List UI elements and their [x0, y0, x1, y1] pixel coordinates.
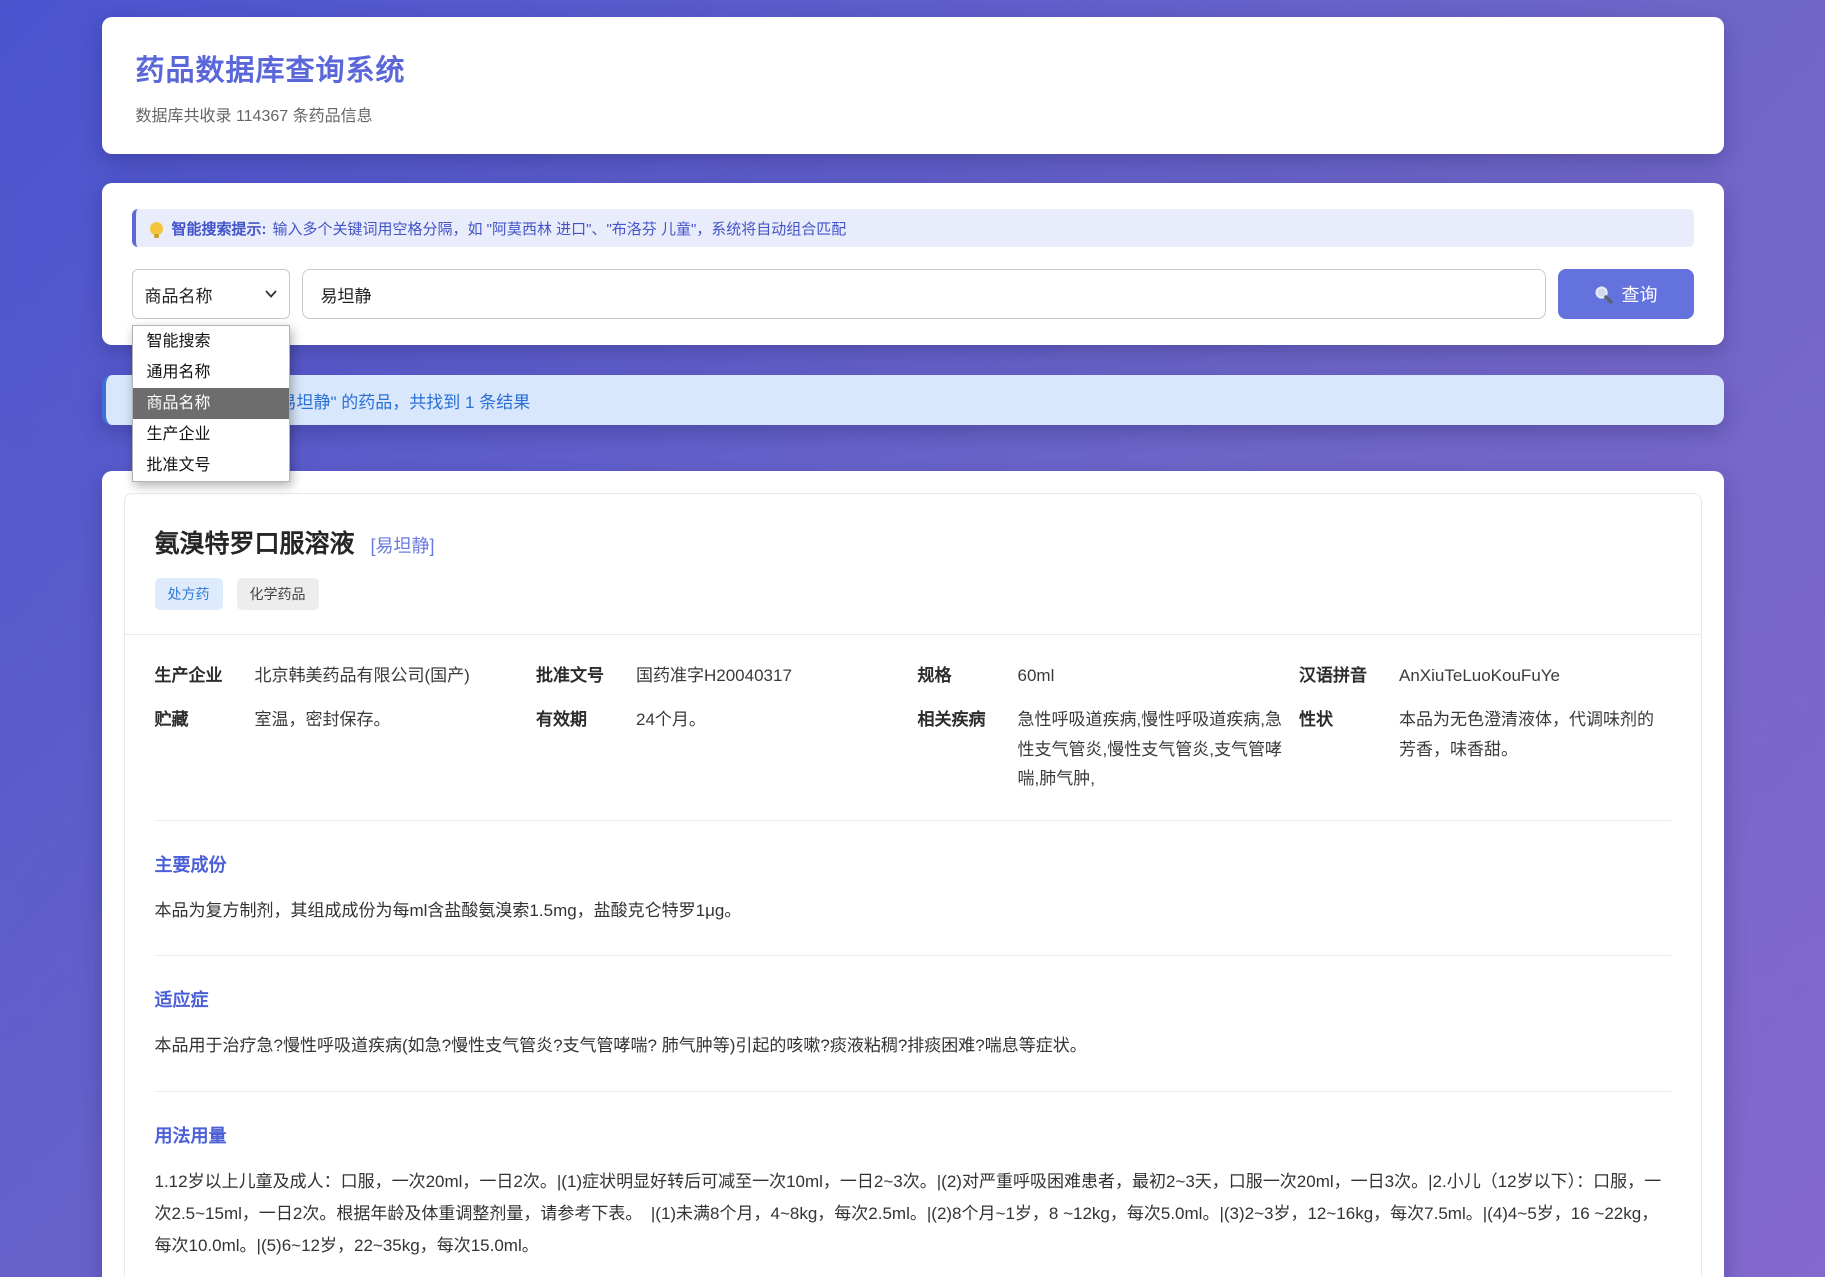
info-pinyin: 汉语拼音 AnXiuTeLuoKouFuYe	[1299, 661, 1671, 691]
query-button[interactable]: 查询	[1558, 269, 1694, 319]
search-field-dropdown: 智能搜索 通用名称 商品名称 生产企业 批准文号	[132, 325, 290, 482]
light-bulb-icon	[150, 222, 163, 235]
result-card: 氨溴特罗口服溶液 [易坦静] 处方药 化学药品 生产企业 北京韩美药品有限公司(…	[102, 471, 1724, 1277]
dropdown-option-manufacturer[interactable]: 生产企业	[133, 419, 289, 450]
prescription-badge: 处方药	[155, 578, 223, 610]
drug-name: 氨溴特罗口服溶液	[155, 524, 355, 560]
drug-title-row: 氨溴特罗口服溶液 [易坦静]	[155, 524, 1671, 560]
drug-info-grid: 生产企业 北京韩美药品有限公司(国产) 批准文号 国药准字H20040317 规…	[155, 661, 1671, 794]
section-main-ingredients: 主要成份 本品为复方制剂，其组成成份为每ml含盐酸氨溴索1.5mg，盐酸克仑特罗…	[155, 820, 1671, 955]
page-title: 药品数据库查询系统	[136, 47, 1690, 89]
search-field-select[interactable]: 商品名称	[132, 269, 290, 319]
search-hint-bar: 智能搜索提示: 输入多个关键词用空格分隔，如 "阿莫西林 进口"、"布洛芬 儿童…	[132, 209, 1694, 247]
search-controls: 商品名称 查询 智能搜索 通用名称 商品名称 生产企业 批准文号	[132, 269, 1694, 319]
page-container: 药品数据库查询系统 数据库共收录 114367 条药品信息 智能搜索提示: 输入…	[102, 17, 1724, 1277]
chemical-drug-badge: 化学药品	[237, 578, 319, 610]
divider	[125, 634, 1701, 635]
info-shelf-life: 有效期 24个月。	[536, 705, 908, 794]
badge-row: 处方药 化学药品	[155, 578, 1671, 610]
drug-brand-name[interactable]: [易坦静]	[371, 532, 435, 558]
results-info-bar: "易坦静" 的药品，共找到 1 条结果	[102, 375, 1724, 425]
info-manufacturer: 生产企业 北京韩美药品有限公司(国产)	[155, 661, 527, 691]
select-value: 商品名称	[145, 282, 213, 307]
chevron-down-icon	[265, 290, 277, 298]
hint-text: 输入多个关键词用空格分隔，如 "阿莫西林 进口"、"布洛芬 儿童"，系统将自动组…	[273, 218, 847, 239]
search-icon	[1594, 285, 1613, 304]
info-approval-number: 批准文号 国药准字H20040317	[536, 661, 908, 691]
dropdown-option-generic-name[interactable]: 通用名称	[133, 357, 289, 388]
dropdown-option-trade-name[interactable]: 商品名称	[133, 388, 289, 419]
drug-item: 氨溴特罗口服溶液 [易坦静] 处方药 化学药品 生产企业 北京韩美药品有限公司(…	[124, 493, 1702, 1277]
database-count-text: 数据库共收录 114367 条药品信息	[136, 102, 1690, 126]
info-appearance: 性状 本品为无色澄清液体，代调味剂的芳香，味香甜。	[1299, 705, 1671, 794]
info-storage: 贮藏 室温，密封保存。	[155, 705, 527, 794]
section-dosage: 用法用量 1.12岁以上儿童及成人：口服，一次20ml，一日2次。|(1)症状明…	[155, 1091, 1671, 1277]
search-input[interactable]	[302, 269, 1546, 319]
search-panel: 智能搜索提示: 输入多个关键词用空格分隔，如 "阿莫西林 进口"、"布洛芬 儿童…	[102, 183, 1724, 345]
dropdown-option-approval-number[interactable]: 批准文号	[133, 450, 289, 481]
query-button-label: 查询	[1622, 281, 1658, 307]
dropdown-option-smart-search[interactable]: 智能搜索	[133, 326, 289, 357]
header-card: 药品数据库查询系统 数据库共收录 114367 条药品信息	[102, 17, 1724, 154]
results-count-text: "易坦静" 的药品，共找到 1 条结果	[274, 388, 531, 413]
info-specification: 规格 60ml	[918, 661, 1290, 691]
section-indications: 适应症 本品用于治疗急?慢性呼吸道疾病(如急?慢性支气管炎?支气管哮喘? 肺气肿…	[155, 955, 1671, 1090]
info-related-diseases: 相关疾病 急性呼吸道疾病,慢性呼吸道疾病,急性支气管炎,慢性支气管炎,支气管哮喘…	[918, 705, 1290, 794]
hint-label: 智能搜索提示:	[172, 218, 267, 239]
